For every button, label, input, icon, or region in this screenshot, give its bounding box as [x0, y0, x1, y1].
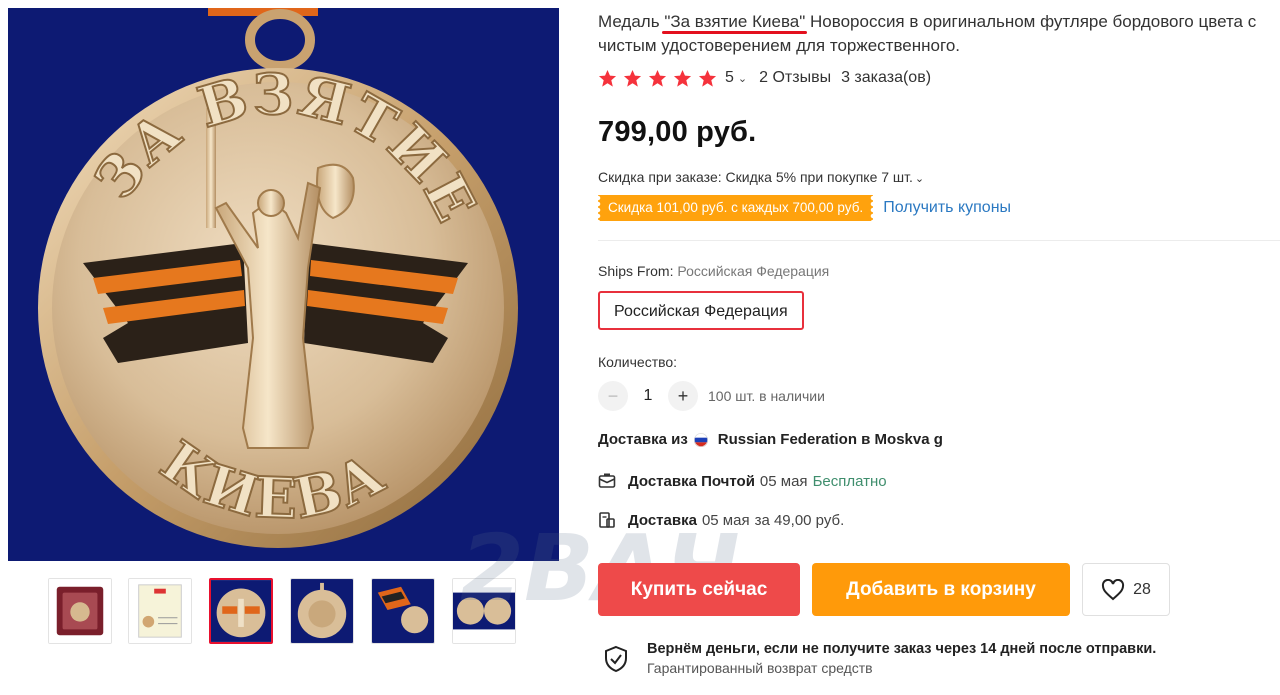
star-icon [623, 69, 642, 87]
quantity-decrease-button[interactable]: − [598, 381, 628, 411]
rating-score[interactable]: 5 [725, 69, 734, 87]
ship-from-option-russia[interactable]: Российская Федерация [598, 291, 804, 330]
discount-value: Скидка 5% при покупке 7 шт. [725, 169, 913, 185]
medal-image: ЗА ВЗЯТИЕ КИЕВА [8, 8, 559, 561]
delivery-from: Доставка из Russian Federation в Moskva … [598, 431, 943, 448]
coupon-row: Скидка 101,00 руб. с каждых 700,00 руб. … [598, 195, 1011, 221]
shipping-method: Доставка Почтой [628, 472, 755, 490]
chevron-down-icon[interactable]: ⌄ [738, 72, 747, 85]
thumbnail-medal-case[interactable] [48, 578, 112, 644]
star-icon [598, 69, 617, 87]
discount-label: Скидка при заказе: [598, 169, 726, 185]
money-back-guarantee: Вернём деньги, если не получите заказ че… [603, 639, 1156, 677]
shipping-price: за 49,00 руб. [754, 511, 845, 529]
guarantee-subtitle: Гарантированный возврат средств [647, 660, 873, 676]
wishlist-button[interactable]: 28 [1082, 563, 1170, 616]
quantity-increase-button[interactable]: + [668, 381, 698, 411]
wishlist-count: 28 [1133, 580, 1151, 598]
ships-from: Ships From: Российская Федерация [598, 263, 829, 279]
heart-icon [1102, 578, 1125, 600]
add-to-cart-button[interactable]: Добавить в корзину [812, 563, 1070, 616]
title-prefix: Медаль [598, 12, 665, 31]
quantity-label: Количество: [598, 354, 678, 370]
courier-box-icon [598, 511, 616, 529]
star-icon [673, 69, 692, 87]
divider [598, 240, 1280, 241]
product-info-panel: Медаль "За взятие Киева" Новороссия в ор… [598, 0, 1280, 695]
get-coupons-link[interactable]: Получить купоны [883, 199, 1011, 217]
thumbnail-medal-both-sides[interactable] [452, 578, 516, 644]
thumbnail-medal-front[interactable] [209, 578, 273, 644]
shipping-option-post[interactable]: Доставка Почтой 05 мая Бесплатно [598, 470, 887, 492]
star-rating [598, 69, 717, 88]
orders-count: 3 заказа(ов) [841, 69, 932, 86]
quantity-value[interactable]: 1 [628, 387, 668, 405]
product-price: 799,00 руб. [598, 116, 757, 148]
delivery-route[interactable]: Russian Federation в Moskva g [718, 431, 943, 448]
shipping-option-courier[interactable]: Доставка 05 мая за 49,00 руб. [598, 509, 844, 531]
coupon-badge[interactable]: Скидка 101,00 руб. с каждых 700,00 руб. [598, 195, 874, 221]
shipping-date: 05 мая [759, 472, 808, 490]
russia-flag-icon [693, 432, 708, 447]
star-icon [648, 69, 667, 87]
title-highlight: "За взятие Киева" [664, 12, 806, 31]
quantity-stepper: − 1 + 100 шт. в наличии [598, 381, 825, 411]
discount-info[interactable]: Скидка при заказе: Скидка 5% при покупке… [598, 169, 924, 185]
ships-from-label: Ships From: [598, 263, 678, 279]
shipping-method: Доставка [628, 511, 697, 529]
delivery-from-prefix: Доставка из [598, 431, 688, 448]
reviews-link[interactable]: 2 Отзывы [759, 69, 831, 87]
thumbnail-certificate[interactable] [128, 578, 192, 644]
stock-count: 100 шт. в наличии [708, 388, 825, 404]
shield-check-icon [605, 645, 627, 673]
product-title: Медаль "За взятие Киева" Новороссия в ор… [598, 10, 1278, 58]
thumbnail-medal-ribbon[interactable] [371, 578, 435, 644]
shipping-date: 05 мая [701, 511, 750, 529]
ships-from-value: Российская Федерация [677, 263, 830, 279]
star-icon [698, 69, 717, 87]
buy-now-button[interactable]: Купить сейчас [598, 563, 800, 616]
rating-row: 5 ⌄ 2 Отзывы 3 заказа(ов) [598, 67, 931, 89]
shipping-price-free: Бесплатно [812, 472, 887, 490]
chevron-down-icon[interactable]: ⌄ [915, 173, 924, 185]
main-product-image[interactable]: ЗА ВЗЯТИЕ КИЕВА [8, 8, 559, 561]
post-truck-icon [598, 472, 616, 490]
thumbnail-medal-back[interactable] [290, 578, 354, 644]
guarantee-title: Вернём деньги, если не получите заказ че… [647, 641, 1157, 657]
